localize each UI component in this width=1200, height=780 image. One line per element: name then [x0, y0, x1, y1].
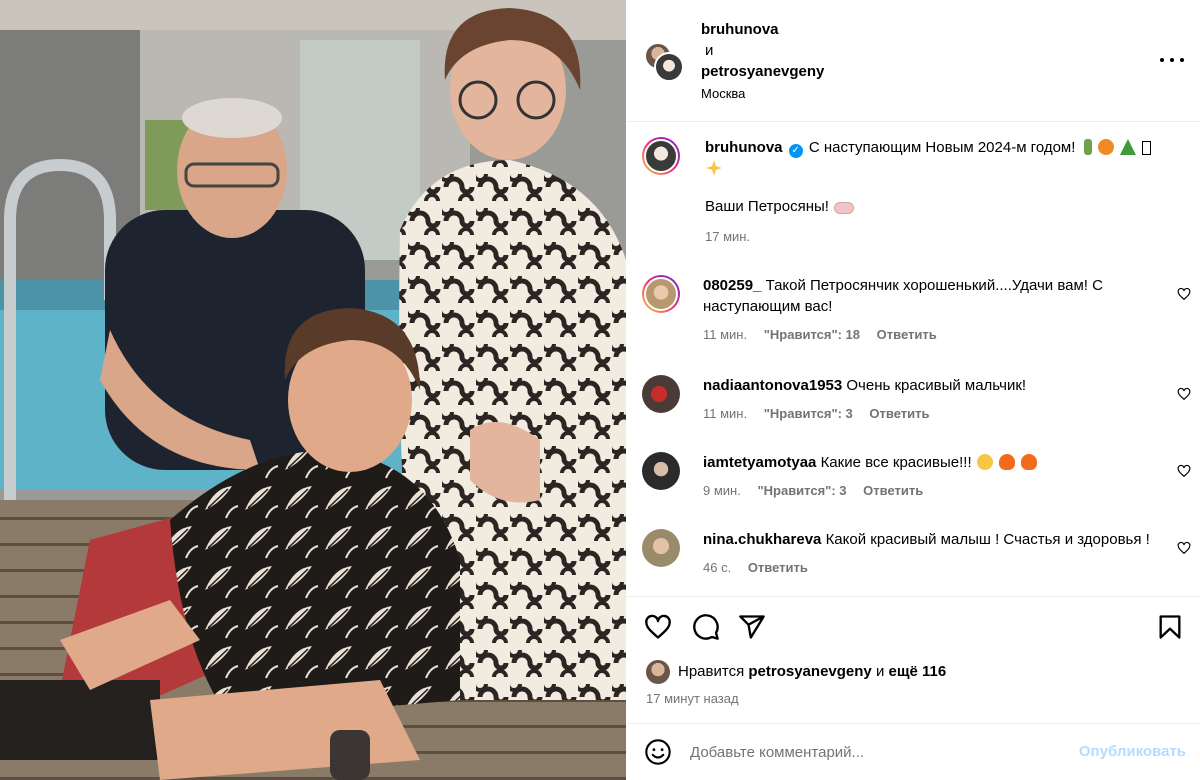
hearts-emoji-icon — [834, 202, 855, 214]
add-comment-bar: Опубликовать — [626, 725, 1200, 780]
share-icon[interactable] — [738, 613, 766, 641]
likes-summary[interactable]: Нравится petrosyanevgeny и ещё 116 — [646, 660, 947, 685]
comment-time: 46 с. — [703, 560, 732, 575]
comment-username-link[interactable]: nadiaantonova1953 — [703, 377, 842, 394]
and-text: и — [705, 42, 714, 59]
likes-and: и — [875, 663, 885, 680]
comment-username-link[interactable]: nina.chukhareva — [703, 531, 821, 548]
likes-more-link[interactable]: ещё 116 — [889, 663, 947, 680]
comment-likes-link[interactable]: "Нравится": 3 — [757, 483, 846, 498]
reply-button[interactable]: Ответить — [877, 327, 937, 342]
comment-time: 9 мин. — [703, 483, 741, 498]
likes-user-link[interactable]: petrosyanevgeny — [748, 663, 871, 680]
comment-icon[interactable] — [692, 613, 720, 641]
avatar — [646, 660, 670, 685]
reply-button[interactable]: Ответить — [863, 483, 923, 498]
caption-signature: Ваши Петросяны! — [705, 198, 829, 215]
bookmark-icon[interactable] — [1156, 613, 1184, 641]
comment-time: 11 мин. — [703, 406, 748, 421]
tangerine-emoji-icon — [1097, 139, 1114, 155]
tree-emoji-icon — [1119, 139, 1136, 155]
comment-time: 11 мин. — [703, 327, 748, 342]
verified-badge-icon: ✓ — [788, 144, 803, 158]
emoji-icon[interactable] — [644, 738, 672, 766]
author-username-link[interactable]: bruhunova — [701, 19, 824, 40]
avatar[interactable] — [642, 275, 680, 313]
comment-text: Такой Петросянчик хорошенький....Удачи в… — [703, 277, 1103, 315]
like-comment-heart-icon[interactable] — [1177, 464, 1191, 478]
fire-emoji-icon — [1021, 454, 1038, 470]
avatar[interactable] — [642, 452, 680, 490]
comment-text: Очень красивый мальчик! — [846, 377, 1027, 394]
avatar[interactable] — [642, 375, 680, 413]
like-comment-heart-icon[interactable] — [1177, 287, 1191, 301]
comment-text: Какие все красивые!!! — [820, 454, 972, 471]
sparkles-emoji-icon — [706, 160, 722, 176]
comment-likes-link[interactable]: "Нравится": 18 — [764, 327, 860, 342]
avatar[interactable] — [642, 137, 680, 175]
fire-emoji-icon — [998, 454, 1015, 470]
missing-glyph-icon — [1142, 141, 1152, 155]
like-comment-heart-icon[interactable] — [1177, 541, 1191, 555]
location-link[interactable]: Москва — [701, 83, 824, 104]
caption-time: 17 мин. — [705, 229, 751, 244]
post-photo[interactable] — [0, 0, 626, 780]
comments-list[interactable]: bruhunova ✓ С наступающим Новым 2024-м г… — [626, 123, 1200, 595]
bottle-emoji-icon — [1083, 139, 1092, 155]
family-photo-image — [0, 0, 626, 780]
dot-icon — [1180, 58, 1184, 62]
more-options-button[interactable] — [1160, 50, 1184, 70]
avatar[interactable] — [642, 529, 680, 567]
avatar[interactable] — [654, 52, 684, 82]
post-header: bruhunova и petrosyanevgeny Москва — [626, 0, 1200, 122]
smiling-hearts-emoji-icon — [976, 454, 993, 470]
caption-text: С наступающим Новым 2024-м годом! — [808, 139, 1076, 156]
heart-icon[interactable] — [644, 613, 672, 641]
post-sidebar: bruhunova и petrosyanevgeny Москва bruhu… — [626, 0, 1200, 780]
collab-names: bruhunova и petrosyanevgeny Москва — [701, 19, 824, 104]
comment-text: Какой красивый малыш ! Счастья и здоровь… — [825, 531, 1150, 548]
comment-input[interactable] — [690, 739, 1070, 765]
like-comment-heart-icon[interactable] — [1177, 387, 1191, 401]
reply-button[interactable]: Ответить — [869, 406, 929, 421]
publish-button[interactable]: Опубликовать — [1079, 743, 1186, 760]
dot-icon — [1160, 58, 1164, 62]
coauthor-username-link[interactable]: petrosyanevgeny — [701, 61, 824, 82]
comment-likes-link[interactable]: "Нравится": 3 — [764, 406, 853, 421]
comment-username-link[interactable]: iamtetyamotyaa — [703, 454, 816, 471]
likes-prefix: Нравится — [678, 663, 745, 680]
reply-button[interactable]: Ответить — [748, 560, 808, 575]
post-actions: Нравится petrosyanevgeny и ещё 116 17 ми… — [626, 596, 1200, 724]
dot-icon — [1170, 58, 1174, 62]
comment-username-link[interactable]: 080259_ — [703, 277, 761, 294]
post-timestamp: 17 минут назад — [646, 691, 739, 706]
collab-avatars[interactable] — [644, 42, 684, 82]
caption-username-link[interactable]: bruhunova — [705, 139, 783, 156]
